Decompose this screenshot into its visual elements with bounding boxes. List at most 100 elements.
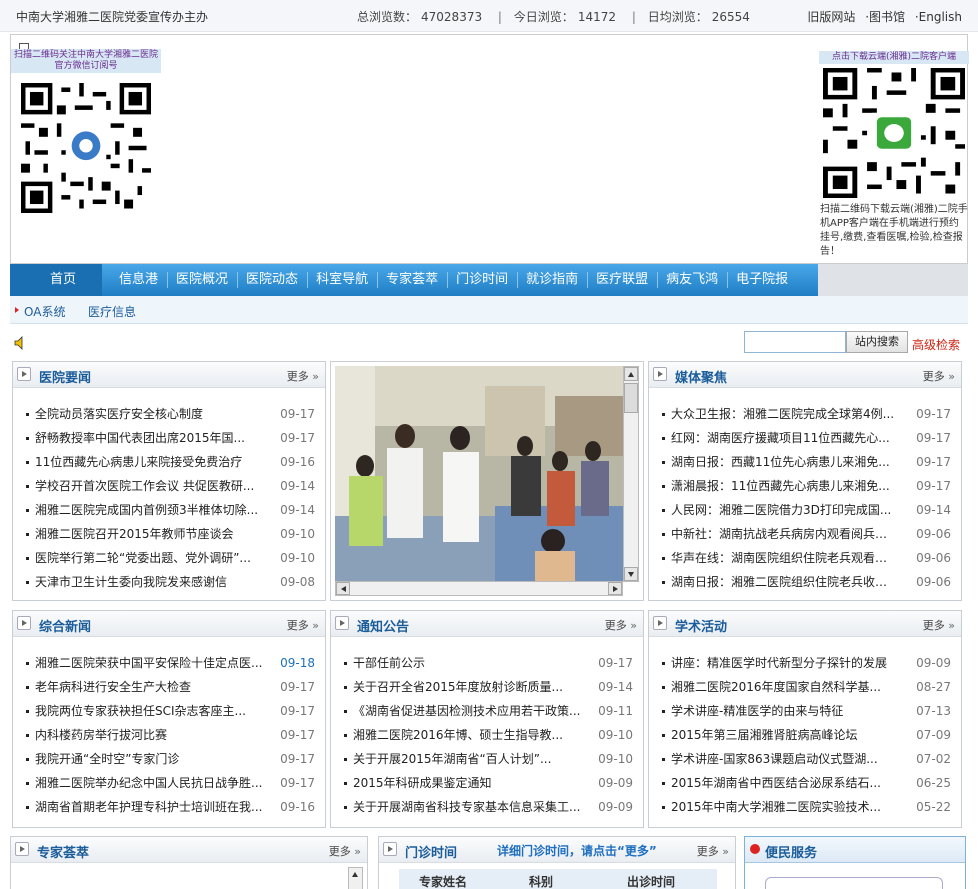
panel-header: 专家荟萃 更多 xyxy=(11,837,367,863)
news-list: 湘雅二医院荣获中国平安保险十佳定点医... 09-18 老年病科进行安全生产大检查… xyxy=(13,637,325,819)
list-item[interactable]: 11位西藏先心病患儿来院接受免费治疗 09-16 xyxy=(25,450,319,474)
scroll-thumb[interactable] xyxy=(624,383,638,413)
nav-hospital-overview[interactable]: 医院概况 xyxy=(167,264,237,296)
convenience-service-panel: 便民服务 xyxy=(744,836,966,889)
vertical-scrollbar[interactable] xyxy=(348,867,363,889)
list-item[interactable]: 2015年第三届湘雅肾脏病高峰论坛 07-09 xyxy=(661,723,955,747)
site-search-button[interactable]: 站内搜索 xyxy=(846,331,908,353)
total-visits-value: 47028373 xyxy=(421,10,483,24)
list-item[interactable]: 关于召开全省2015年度放射诊断质量... 09-14 xyxy=(343,675,637,699)
more-link[interactable]: 更多 xyxy=(287,368,319,384)
more-link[interactable]: 更多 xyxy=(605,617,637,633)
english-link[interactable]: ·English xyxy=(915,10,962,24)
list-item[interactable]: 学术讲座-精准医学的由来与特征 07-13 xyxy=(661,699,955,723)
subnav-oa[interactable]: OA系统 xyxy=(24,303,65,320)
service-item[interactable] xyxy=(765,877,943,889)
list-item[interactable]: 学校召开首次医院工作会议 共促医教研... 09-14 xyxy=(25,474,319,498)
more-link[interactable]: 更多 xyxy=(287,617,319,633)
scroll-down-button[interactable] xyxy=(624,567,638,581)
panel-title: 综合新闻 xyxy=(39,620,92,635)
divider: | xyxy=(631,10,636,24)
advanced-search-link[interactable]: 高级检索 xyxy=(912,336,960,353)
list-item[interactable]: 潇湘晨报：11位西藏先心病患儿来湘免... 09-17 xyxy=(661,474,955,498)
nav-patient-letters[interactable]: 病友飞鸿 xyxy=(657,264,727,296)
list-item[interactable]: 老年病科进行安全生产大检查 09-17 xyxy=(25,675,319,699)
panel-header: 医院要闻 更多 xyxy=(13,362,325,388)
nav-departments[interactable]: 科室导航 xyxy=(307,264,377,296)
list-item[interactable]: 湘雅二医院举办纪念中国人民抗日战争胜... 09-17 xyxy=(25,771,319,795)
nav-info-port[interactable]: 信息港 xyxy=(110,264,167,296)
more-link[interactable]: 更多 xyxy=(923,617,955,633)
nav-home[interactable]: 首页 xyxy=(10,264,103,296)
more-link[interactable]: 更多 xyxy=(923,368,955,384)
nav-experts[interactable]: 专家荟萃 xyxy=(377,264,447,296)
list-item[interactable]: 学术讲座-国家863课题启动仪式暨湖... 07-02 xyxy=(661,747,955,771)
list-item[interactable]: 关于开展湖南省科技专家基本信息采集工... 09-09 xyxy=(343,795,637,819)
general-news-panel: 综合新闻 更多 湘雅二医院荣获中国平安保险十佳定点医...09-18 老年病科进… xyxy=(12,610,326,828)
app-qr-description: 扫描二维码下载云端(湘雅)二院手机APP客户端在手机端进行预约挂号,缴费,查看医… xyxy=(820,204,968,257)
list-item[interactable]: 湘雅二医院完成国内首例颈3半椎体切除... 09-14 xyxy=(25,498,319,522)
search-input[interactable] xyxy=(744,331,846,353)
list-item[interactable]: 湘雅二医院召开2015年教师节座谈会 09-10 xyxy=(25,522,319,546)
list-item[interactable]: 湘雅二医院2016年度国家自然科学基... 08-27 xyxy=(661,675,955,699)
news-list: 干部任前公示 09-17 关于召开全省2015年度放射诊断质量... 09-14 《… xyxy=(331,637,643,819)
scroll-left-button[interactable] xyxy=(336,582,350,595)
list-item[interactable]: 讲座：精准医学时代新型分子探针的发展 09-09 xyxy=(661,651,955,675)
avg-visits-label: 日均浏览： xyxy=(647,10,708,24)
list-item[interactable]: 我院开通“全时空”专家门诊 09-17 xyxy=(25,747,319,771)
list-item[interactable]: 人民网：湘雅二医院借力3D打印完成国... 09-14 xyxy=(661,498,955,522)
panel-title: 学术活动 xyxy=(675,620,728,635)
nav-clinic-hours[interactable]: 门诊时间 xyxy=(447,264,517,296)
old-site-link[interactable]: 旧版网站 xyxy=(807,10,855,24)
panel-title: 媒体聚焦 xyxy=(675,371,728,386)
list-item[interactable]: 舒畅教授率中国代表团出席2015年国... 09-17 xyxy=(25,426,319,450)
list-item[interactable]: 我院两位专家获袂担任SCI杂志客座主... 09-17 xyxy=(25,699,319,723)
scroll-up-button[interactable] xyxy=(624,367,638,381)
list-item[interactable]: 华声在线：湖南医院组织住院老兵观看阅... 09-06 xyxy=(661,546,955,570)
list-item[interactable]: 湘雅二医院2016年博、硕士生指导教... 09-10 xyxy=(343,723,637,747)
list-item[interactable]: 大众卫生报：湘雅二医院完成全球第4例... 09-17 xyxy=(661,402,955,426)
today-visits-label: 今日浏览： xyxy=(513,10,574,24)
arrow-icon xyxy=(15,842,29,856)
scroll-right-button[interactable] xyxy=(608,582,622,595)
clinic-table-header: 专家姓名 科别 出诊时间 xyxy=(399,869,717,889)
wechat-qr-caption: 扫描二维码关注中南大学湘雅二医院官方微信订阅号 xyxy=(11,49,161,73)
divider: | xyxy=(497,10,502,24)
nav-medical-alliance[interactable]: 医疗联盟 xyxy=(587,264,657,296)
list-item[interactable]: 2015年科研成果鉴定通知 09-09 xyxy=(343,771,637,795)
list-item[interactable]: 医院举行第二轮“党委出题、党外调研”... 09-10 xyxy=(25,546,319,570)
panel-title: 通知公告 xyxy=(357,620,410,635)
list-item[interactable]: 湖南日报：湘雅二医院组织住院老兵收看... 09-06 xyxy=(661,570,955,594)
list-item[interactable]: 干部任前公示 09-17 xyxy=(343,651,637,675)
ward-visit-photo[interactable] xyxy=(335,366,623,582)
list-item[interactable]: 湖南省首期老年护理专科护士培训班在我... 09-16 xyxy=(25,795,319,819)
horizontal-scrollbar[interactable] xyxy=(335,581,623,596)
app-qr-code xyxy=(823,68,965,198)
list-item[interactable]: 天津市卫生计生委向我院发来感谢信 09-08 xyxy=(25,570,319,594)
list-item[interactable]: 内科楼药房举行拔河比赛 09-17 xyxy=(25,723,319,747)
nav-e-newspaper[interactable]: 电子院报 xyxy=(727,264,797,296)
panel-header: 门诊时间 更多 详细门诊时间，请点击“更多” xyxy=(379,837,735,863)
list-item[interactable]: 《湖南省促进基因检测技术应用若干政策... 09-11 xyxy=(343,699,637,723)
list-item[interactable]: 关于开展2015年湖南省“百人计划”... 09-10 xyxy=(343,747,637,771)
list-item[interactable]: 湘雅二医院荣获中国平安保险十佳定点医... 09-18 xyxy=(25,651,319,675)
arrow-icon xyxy=(653,367,667,381)
list-item[interactable]: 红网：湖南医疗援藏项目11位西藏先心... 09-17 xyxy=(661,426,955,450)
total-visits-label: 总浏览数： xyxy=(357,10,418,24)
nav-hospital-news[interactable]: 医院动态 xyxy=(237,264,307,296)
list-item[interactable]: 2015年湖南省中西医结合泌尿系结石... 06-25 xyxy=(661,771,955,795)
list-item[interactable]: 湖南日报：西藏11位先心病患儿来湘免... 09-17 xyxy=(661,450,955,474)
panel-header: 综合新闻 更多 xyxy=(13,611,325,637)
clinic-hours-panel: 门诊时间 更多 详细门诊时间，请点击“更多” 专家姓名 科别 出诊时间 xyxy=(378,836,736,889)
app-qr-caption[interactable]: 点击下载云端(湘雅)二院客户端 xyxy=(819,51,969,64)
more-link[interactable]: 更多 xyxy=(697,843,729,859)
list-item[interactable]: 2015年中南大学湘雅二医院实验技术... 05-22 xyxy=(661,795,955,819)
vertical-scrollbar[interactable] xyxy=(623,366,639,582)
list-item[interactable]: 全院动员落实医疗安全核心制度 09-17 xyxy=(25,402,319,426)
nav-visit-guide[interactable]: 就诊指南 xyxy=(517,264,587,296)
subnav-medical-info[interactable]: 医疗信息 xyxy=(88,303,136,320)
more-link[interactable]: 更多 xyxy=(329,843,361,859)
library-link[interactable]: ·图书馆 xyxy=(865,10,905,24)
list-item[interactable]: 中新社：湖南抗战老兵病房内观看阅兵仪... 09-06 xyxy=(661,522,955,546)
main-nav: 首页 信息港 医院概况 医院动态 科室导航 专家荟萃 门诊时间 就诊指南 医疗联… xyxy=(10,264,818,296)
